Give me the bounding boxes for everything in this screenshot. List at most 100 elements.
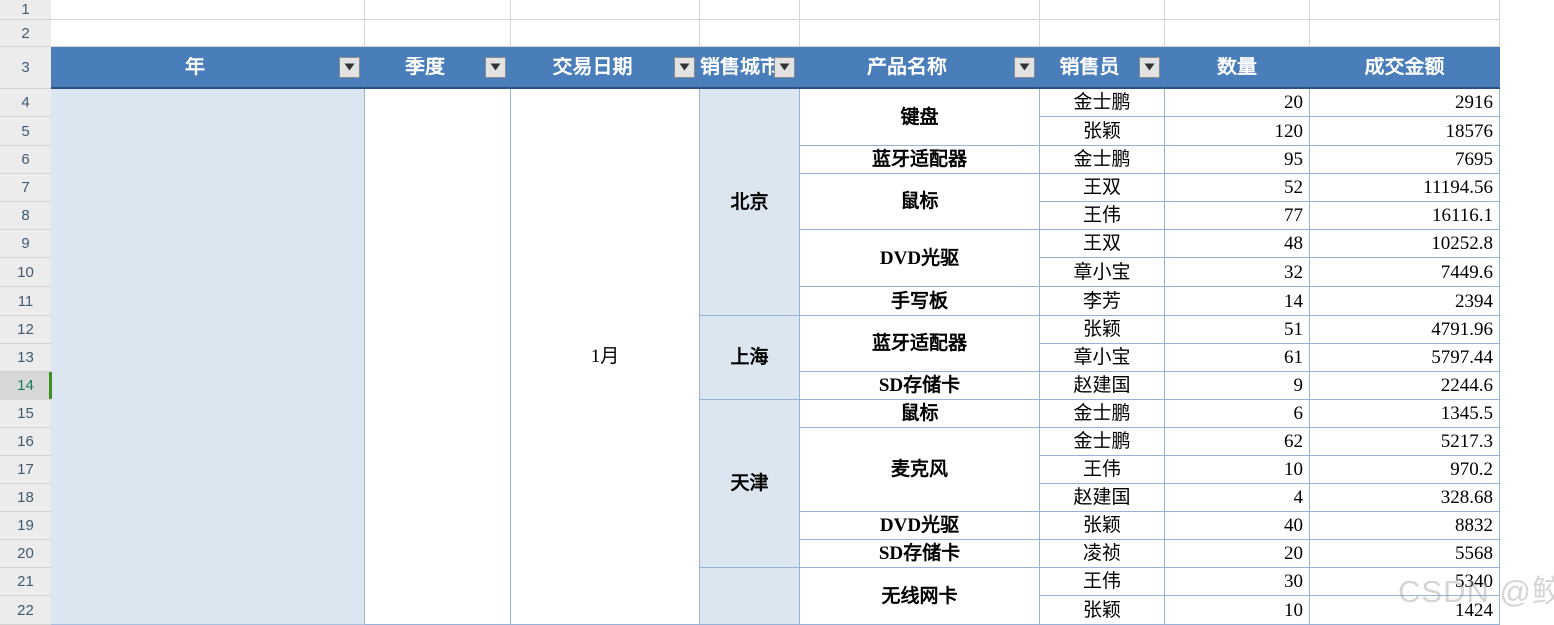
salesperson-cell[interactable]: 王伟 bbox=[1040, 456, 1165, 484]
row-header-9[interactable]: 9 bbox=[0, 230, 51, 258]
merged-cell-year[interactable] bbox=[51, 89, 365, 625]
merged-cell-trade-date[interactable]: 1月 bbox=[511, 89, 700, 625]
amount-cell[interactable]: 7449.6 bbox=[1310, 258, 1500, 287]
quantity-cell[interactable]: 32 bbox=[1165, 258, 1310, 287]
row-header-22[interactable]: 22 bbox=[0, 596, 51, 625]
quantity-cell[interactable]: 20 bbox=[1165, 89, 1310, 117]
amount-cell[interactable]: 10252.8 bbox=[1310, 230, 1500, 258]
product-cell-5[interactable]: 手写板 bbox=[800, 287, 1040, 316]
amount-cell[interactable]: 16116.1 bbox=[1310, 202, 1500, 230]
column-header-4[interactable]: 销售城市 bbox=[700, 47, 800, 89]
quantity-cell[interactable]: 48 bbox=[1165, 230, 1310, 258]
quantity-cell[interactable]: 40 bbox=[1165, 512, 1310, 540]
column-header-7[interactable]: 数量 bbox=[1165, 47, 1310, 89]
row-header-17[interactable]: 17 bbox=[0, 456, 51, 484]
row-header-14[interactable]: 14 bbox=[0, 372, 52, 400]
salesperson-cell[interactable]: 章小宝 bbox=[1040, 344, 1165, 372]
amount-cell[interactable]: 4791.96 bbox=[1310, 316, 1500, 344]
filter-dropdown-icon[interactable] bbox=[1139, 56, 1160, 78]
product-cell-1[interactable]: 键盘 bbox=[800, 89, 1040, 146]
row-header-1[interactable]: 1 bbox=[0, 0, 51, 20]
row-header-18[interactable]: 18 bbox=[0, 484, 51, 512]
salesperson-cell[interactable]: 凌祯 bbox=[1040, 540, 1165, 568]
row-header-12[interactable]: 12 bbox=[0, 316, 51, 344]
quantity-cell[interactable]: 6 bbox=[1165, 400, 1310, 428]
amount-cell[interactable]: 5568 bbox=[1310, 540, 1500, 568]
column-header-1[interactable]: 年 bbox=[51, 47, 365, 89]
quantity-cell[interactable]: 62 bbox=[1165, 428, 1310, 456]
amount-cell[interactable]: 1424 bbox=[1310, 596, 1500, 625]
amount-cell[interactable]: 2394 bbox=[1310, 287, 1500, 316]
product-cell-6[interactable]: 蓝牙适配器 bbox=[800, 316, 1040, 372]
empty-cell-r2-c1[interactable] bbox=[51, 20, 365, 47]
row-header-15[interactable]: 15 bbox=[0, 400, 51, 428]
quantity-cell[interactable]: 95 bbox=[1165, 146, 1310, 174]
product-cell-12[interactable]: 无线网卡 bbox=[800, 568, 1040, 625]
row-header-6[interactable]: 6 bbox=[0, 146, 51, 174]
salesperson-cell[interactable]: 王双 bbox=[1040, 230, 1165, 258]
amount-cell[interactable]: 970.2 bbox=[1310, 456, 1500, 484]
product-cell-4[interactable]: DVD光驱 bbox=[800, 230, 1040, 287]
row-header-8[interactable]: 8 bbox=[0, 202, 51, 230]
empty-cell-r1-c8[interactable] bbox=[1310, 0, 1500, 20]
amount-cell[interactable]: 11194.56 bbox=[1310, 174, 1500, 202]
salesperson-cell[interactable]: 王伟 bbox=[1040, 568, 1165, 596]
product-cell-8[interactable]: 鼠标 bbox=[800, 400, 1040, 428]
salesperson-cell[interactable]: 张颖 bbox=[1040, 117, 1165, 146]
amount-cell[interactable]: 5340 bbox=[1310, 568, 1500, 596]
empty-cell-r1-c5[interactable] bbox=[800, 0, 1040, 20]
row-header-13[interactable]: 13 bbox=[0, 344, 51, 372]
city-cell-3[interactable]: 天津 bbox=[700, 400, 800, 568]
filter-dropdown-icon[interactable] bbox=[339, 56, 360, 78]
amount-cell[interactable]: 328.68 bbox=[1310, 484, 1500, 512]
row-header-19[interactable]: 19 bbox=[0, 512, 51, 540]
filter-dropdown-icon[interactable] bbox=[1014, 56, 1035, 78]
empty-cell-r2-c8[interactable] bbox=[1310, 20, 1500, 47]
salesperson-cell[interactable]: 王双 bbox=[1040, 174, 1165, 202]
city-cell-1[interactable]: 北京 bbox=[700, 89, 800, 316]
amount-cell[interactable]: 7695 bbox=[1310, 146, 1500, 174]
quantity-cell[interactable]: 9 bbox=[1165, 372, 1310, 400]
merged-cell-quarter[interactable] bbox=[365, 89, 511, 625]
quantity-cell[interactable]: 10 bbox=[1165, 456, 1310, 484]
quantity-cell[interactable]: 51 bbox=[1165, 316, 1310, 344]
empty-cell-r1-c4[interactable] bbox=[700, 0, 800, 20]
salesperson-cell[interactable]: 王伟 bbox=[1040, 202, 1165, 230]
empty-cell-r2-c7[interactable] bbox=[1165, 20, 1310, 47]
quantity-cell[interactable]: 77 bbox=[1165, 202, 1310, 230]
salesperson-cell[interactable]: 金士鹏 bbox=[1040, 400, 1165, 428]
product-cell-3[interactable]: 鼠标 bbox=[800, 174, 1040, 230]
salesperson-cell[interactable]: 金士鹏 bbox=[1040, 146, 1165, 174]
row-header-20[interactable]: 20 bbox=[0, 540, 51, 568]
filter-dropdown-icon[interactable] bbox=[774, 56, 795, 78]
row-header-16[interactable]: 16 bbox=[0, 428, 51, 456]
salesperson-cell[interactable]: 赵建国 bbox=[1040, 484, 1165, 512]
empty-cell-r1-c1[interactable] bbox=[51, 0, 365, 20]
empty-cell-r2-c4[interactable] bbox=[700, 20, 800, 47]
filter-dropdown-icon[interactable] bbox=[485, 56, 506, 78]
empty-cell-r2-c6[interactable] bbox=[1040, 20, 1165, 47]
filter-dropdown-icon[interactable] bbox=[674, 56, 695, 78]
column-header-2[interactable]: 季度 bbox=[365, 47, 511, 89]
column-header-3[interactable]: 交易日期 bbox=[511, 47, 700, 89]
salesperson-cell[interactable]: 金士鹏 bbox=[1040, 89, 1165, 117]
amount-cell[interactable]: 2916 bbox=[1310, 89, 1500, 117]
empty-cell-r1-c3[interactable] bbox=[511, 0, 700, 20]
quantity-cell[interactable]: 14 bbox=[1165, 287, 1310, 316]
amount-cell[interactable]: 8832 bbox=[1310, 512, 1500, 540]
product-cell-9[interactable]: 麦克风 bbox=[800, 428, 1040, 512]
column-header-8[interactable]: 成交金额 bbox=[1310, 47, 1500, 89]
column-header-5[interactable]: 产品名称 bbox=[800, 47, 1040, 89]
row-header-3[interactable]: 3 bbox=[0, 47, 51, 89]
empty-cell-r2-c5[interactable] bbox=[800, 20, 1040, 47]
empty-cell-r2-c3[interactable] bbox=[511, 20, 700, 47]
product-cell-11[interactable]: SD存储卡 bbox=[800, 540, 1040, 568]
empty-cell-r2-c2[interactable] bbox=[365, 20, 511, 47]
row-header-2[interactable]: 2 bbox=[0, 20, 51, 47]
salesperson-cell[interactable]: 赵建国 bbox=[1040, 372, 1165, 400]
salesperson-cell[interactable]: 张颖 bbox=[1040, 512, 1165, 540]
row-header-4[interactable]: 4 bbox=[0, 89, 51, 117]
row-header-10[interactable]: 10 bbox=[0, 258, 51, 287]
salesperson-cell[interactable]: 李芳 bbox=[1040, 287, 1165, 316]
amount-cell[interactable]: 5797.44 bbox=[1310, 344, 1500, 372]
